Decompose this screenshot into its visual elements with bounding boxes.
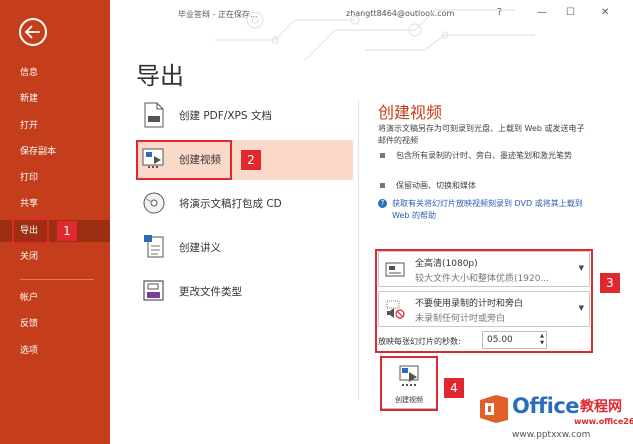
callout-number: 4: [444, 378, 464, 398]
office-logo-icon: [480, 395, 508, 423]
watermark-brand: Office: [512, 394, 580, 418]
sidebar-item-feedback[interactable]: 反馈: [0, 313, 110, 335]
option-change-file-type[interactable]: 更改文件类型: [136, 272, 353, 312]
sidebar-item-open[interactable]: 打开: [0, 115, 110, 137]
sidebar-item-share[interactable]: 共享: [0, 193, 110, 215]
option-label: 创建讲义: [179, 242, 221, 254]
sidebar-item-close[interactable]: 关闭: [0, 246, 110, 268]
close-button[interactable]: ✕: [601, 7, 609, 18]
question-icon: ?: [378, 199, 387, 208]
option-create-pdf[interactable]: 创建 PDF/XPS 文档: [136, 96, 353, 136]
callout-number: 2: [241, 150, 261, 170]
callout-box-create-button: [380, 356, 438, 411]
sidebar-item-account[interactable]: 帐户: [0, 287, 110, 309]
sidebar-item-new[interactable]: 新建: [0, 88, 110, 110]
option-label: 更改文件类型: [179, 286, 242, 298]
option-package-cd[interactable]: 将演示文稿打包成 CD: [136, 184, 353, 224]
maximize-button[interactable]: ☐: [566, 7, 575, 18]
option-create-handouts[interactable]: 创建讲义: [136, 228, 353, 268]
bullet-icon: [380, 183, 385, 188]
watermark: Office 教程网 www.office26.com www.pptxxw.c…: [478, 392, 633, 444]
page-title: 导出: [136, 62, 184, 90]
panel-bullet: 保留动画、切换和媒体: [380, 180, 580, 192]
pdf-icon: [144, 102, 164, 128]
cd-icon: [143, 192, 165, 214]
sidebar-divider: [20, 279, 94, 280]
panel-bullet: 包含所有录制的计时、旁白、墨迹笔划和激光笔势: [380, 150, 580, 174]
callout-box-create-video: [136, 140, 232, 180]
watermark-brand-suffix: 教程网: [580, 399, 622, 415]
minimize-button[interactable]: —: [537, 7, 547, 18]
panel-description: 将演示文稿另存为可刻录到光盘、上载到 Web 或发送电子邮件的视频: [378, 124, 585, 145]
powerpoint-backstage: 信息 新建 打开 保存副本 打印 共享 导出 关闭 帐户 反馈 选项 毕业答辩 …: [0, 0, 633, 444]
back-button[interactable]: [19, 18, 47, 46]
callout-box-export: [12, 218, 49, 244]
circuit-decoration: [215, 9, 535, 61]
option-label: 创建 PDF/XPS 文档: [179, 110, 272, 122]
panel-title: 创建视频: [378, 103, 443, 122]
panel-divider: [358, 100, 359, 400]
sidebar-item-options[interactable]: 选项: [0, 340, 110, 362]
sidebar-item-print[interactable]: 打印: [0, 167, 110, 189]
sidebar-item-save-copy[interactable]: 保存副本: [0, 141, 110, 163]
callout-number: 3: [600, 273, 620, 293]
watermark-url: www.pptxxw.com: [512, 430, 591, 440]
callout-number: 1: [57, 221, 77, 241]
option-label: 将演示文稿打包成 CD: [179, 198, 282, 210]
callout-box-settings: [375, 249, 593, 353]
handout-icon: [144, 235, 164, 258]
file-type-icon: [143, 280, 164, 301]
sidebar-item-info[interactable]: 信息: [0, 62, 110, 84]
bullet-icon: [380, 153, 385, 158]
back-arrow-icon: [25, 25, 40, 39]
watermark-site: www.office26.com: [574, 417, 633, 426]
